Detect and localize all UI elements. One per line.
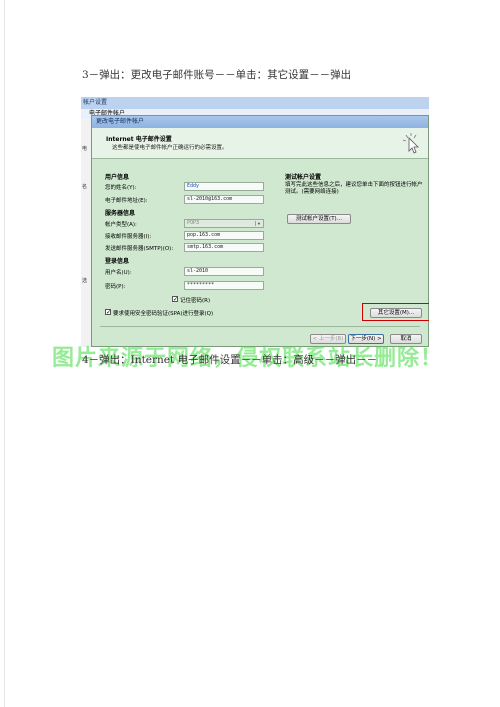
dialog-divider xyxy=(100,326,420,327)
test-account-settings-button[interactable]: 测试帐户设置(T)... xyxy=(287,214,351,224)
dialog-title: 更改电子邮件帐户 xyxy=(92,116,428,128)
email-field[interactable]: sl-2010@163.com xyxy=(184,195,264,204)
name-field[interactable]: Eddy xyxy=(184,182,264,191)
account-type-select[interactable]: POP3 ▼ xyxy=(184,219,264,228)
username-label: 用户名(U): xyxy=(105,270,132,276)
user-info-heading: 用户信息 xyxy=(105,174,130,181)
test-settings-description: 填写完此这些信息之后，建议您单击下面的按钮进行帐户测试。(需要网络连接) xyxy=(285,182,423,195)
highlight-box xyxy=(362,303,429,321)
step-3-text: 3－弹出：更改电子邮件账号－－单击：其它设置－－弹出 xyxy=(82,69,352,81)
bg-left-text-1: 电 xyxy=(82,146,88,152)
login-info-heading: 登录信息 xyxy=(105,258,130,265)
chevron-down-icon: ▼ xyxy=(255,221,262,226)
page-edge xyxy=(4,0,5,707)
account-type-label: 帐户类型(A): xyxy=(105,222,137,228)
background-window-title: 帐户设置 xyxy=(81,97,429,109)
username-field[interactable]: sl-2010 xyxy=(184,267,264,276)
screenshot-figure: 帐户设置 电子邮件帐户 电 名 选 更改电子邮件帐户 Internet 电子邮件… xyxy=(81,97,429,347)
test-settings-heading: 测试帐户设置 xyxy=(285,174,322,181)
dialog-header: Internet 电子邮件设置 这些都是使电子邮件帐户正确运行的必需设置。 xyxy=(92,128,428,159)
outgoing-server-label: 发送邮件服务器(SMTP)(O): xyxy=(105,246,174,252)
bg-left-text-3: 选 xyxy=(82,278,88,284)
spa-label: 要求使用安全密码验证(SPA)进行登录(Q) xyxy=(113,311,214,317)
step-4-text: 4－弹出：Internet 电子邮件设置－－单击：高级－－弹出－－ xyxy=(82,354,378,366)
bg-left-text-2: 名 xyxy=(82,184,88,190)
spa-checkbox[interactable]: ✓ xyxy=(105,309,111,316)
change-email-account-dialog: 更改电子邮件帐户 Internet 电子邮件设置 这些都是使电子邮件帐户正确运行… xyxy=(91,115,429,347)
incoming-server-field[interactable]: pop.163.com xyxy=(184,231,264,240)
dialog-header-subtitle: 这些都是使电子邮件帐户正确运行的必需设置。 xyxy=(112,145,228,151)
dialog-header-title: Internet 电子邮件设置 xyxy=(106,136,172,143)
name-label: 您的姓名(Y): xyxy=(105,185,137,191)
remember-password-checkbox[interactable]: ✓ xyxy=(172,296,178,303)
server-info-heading: 服务器信息 xyxy=(105,210,136,217)
password-label: 密码(P): xyxy=(105,284,126,290)
cursor-click-icon xyxy=(402,133,419,154)
outgoing-server-field[interactable]: smtp.163.com xyxy=(184,243,264,252)
remember-password-label: 记住密码(R) xyxy=(180,298,211,304)
incoming-server-label: 接收邮件服务器(I): xyxy=(105,234,152,240)
email-label: 电子邮件地址(E): xyxy=(105,198,148,204)
account-type-value: POP3 xyxy=(187,220,200,226)
password-field[interactable]: ********* xyxy=(184,281,264,290)
